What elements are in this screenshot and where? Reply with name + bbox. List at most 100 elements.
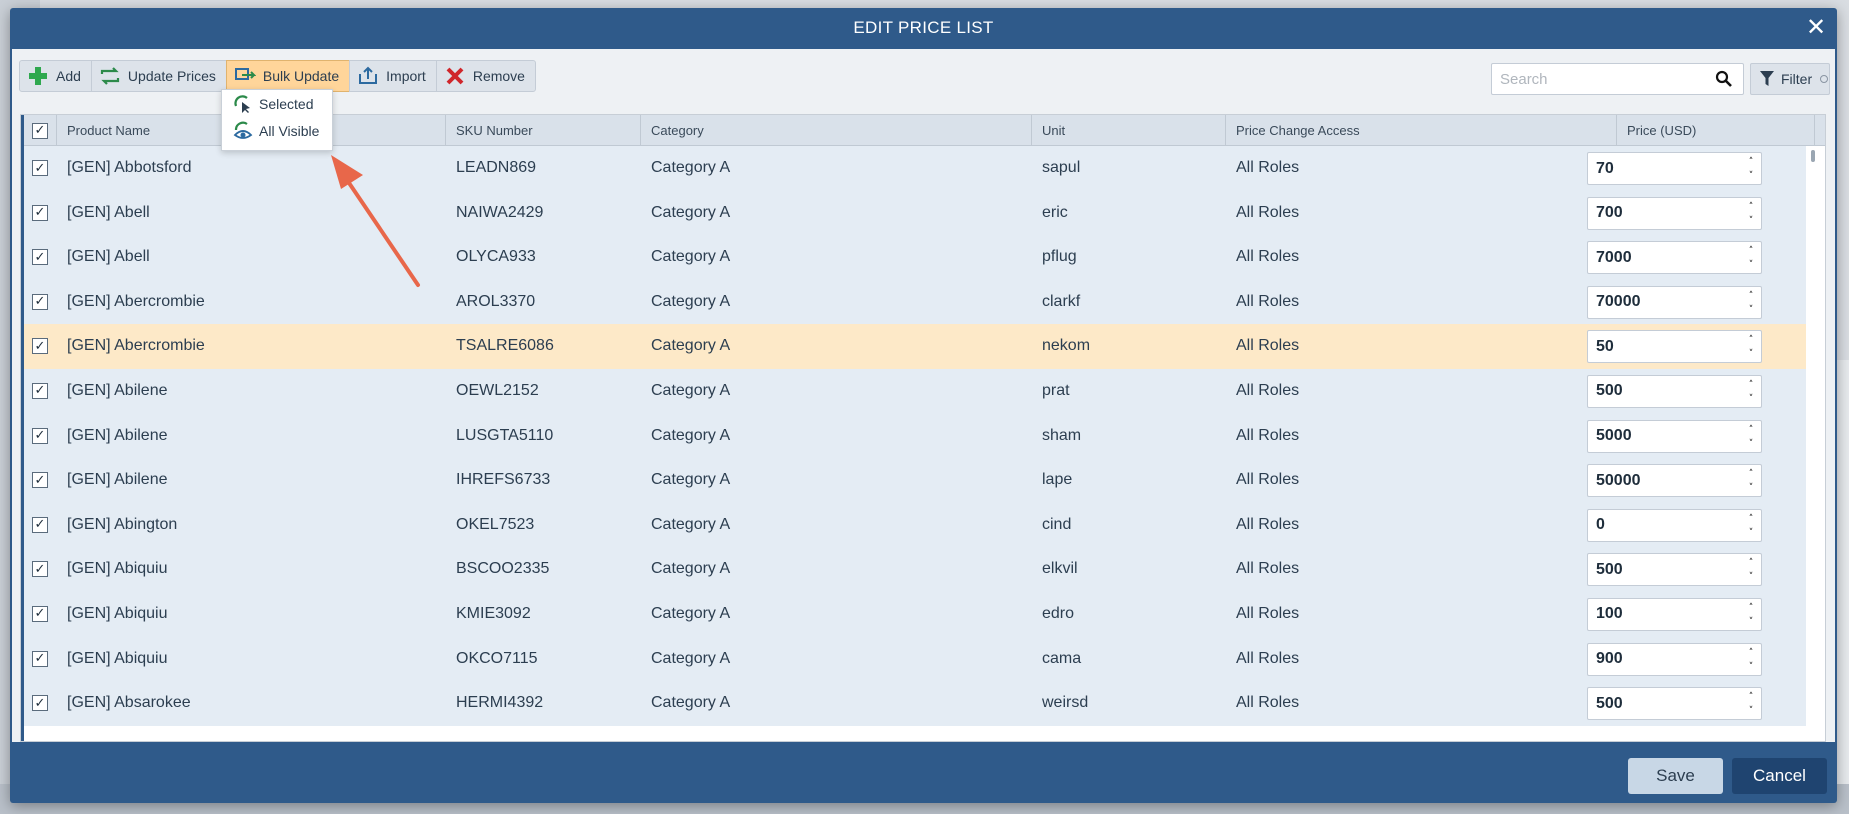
search-input[interactable]: [1492, 64, 1702, 94]
row-checkbox[interactable]: ✓: [32, 516, 48, 533]
stepper-up-icon[interactable]: ˄: [1749, 603, 1754, 613]
stepper-up-icon[interactable]: ˄: [1749, 380, 1754, 390]
unit: cind: [1042, 515, 1072, 533]
stepper-down-icon[interactable]: ˅: [1749, 617, 1754, 627]
stepper-down-icon[interactable]: ˅: [1749, 572, 1754, 582]
table-row[interactable]: ✓ [GEN] Abiquiu KMIE3092 Category A edro…: [24, 591, 1806, 637]
price-input[interactable]: 5000 ˄ ˅: [1587, 419, 1762, 453]
table-row-highlighted[interactable]: ✓ [GEN] Abercrombie TSALRE6086 Category …: [24, 324, 1806, 369]
row-checkbox[interactable]: ✓: [32, 561, 48, 578]
price-input[interactable]: 70 ˄ ˅: [1587, 152, 1762, 185]
vertical-scrollbar[interactable]: [1809, 148, 1817, 738]
row-checkbox[interactable]: ✓: [32, 472, 48, 489]
price-input[interactable]: 900 ˄ ˅: [1587, 642, 1762, 676]
row-checkbox[interactable]: ✓: [32, 650, 48, 667]
stepper-down-icon[interactable]: ˅: [1749, 349, 1754, 359]
row-checkbox[interactable]: ✓: [32, 293, 48, 310]
stepper-down-icon[interactable]: ˅: [1749, 483, 1754, 493]
price-input[interactable]: 50000 ˄ ˅: [1587, 464, 1762, 498]
stepper-down-icon[interactable]: ˅: [1749, 439, 1754, 449]
table-row[interactable]: ✓ [GEN] Abell OLYCA933 Category A pflug …: [24, 235, 1806, 280]
row-checkbox[interactable]: ✓: [32, 605, 48, 622]
table-row[interactable]: ✓ [GEN] Abbotsford LEADN869 Category A s…: [24, 146, 1806, 191]
price-input[interactable]: 500 ˄ ˅: [1587, 687, 1762, 721]
bulk-update-button[interactable]: Bulk Update: [225, 60, 351, 92]
row-checkbox[interactable]: ✓: [32, 249, 48, 266]
column-header-price[interactable]: Price (USD): [1617, 115, 1815, 146]
price-input[interactable]: 50 ˄ ˅: [1587, 330, 1762, 364]
price-stepper[interactable]: ˄ ˅: [1746, 558, 1756, 582]
stepper-up-icon[interactable]: ˄: [1749, 469, 1754, 479]
table-row[interactable]: ✓ [GEN] Absarokee HERMI4392 Category A w…: [24, 681, 1806, 726]
stepper-up-icon[interactable]: ˄: [1749, 558, 1754, 568]
stepper-up-icon[interactable]: ˄: [1749, 246, 1754, 256]
stepper-up-icon[interactable]: ˄: [1749, 291, 1754, 301]
update-prices-button[interactable]: Update Prices: [90, 60, 227, 92]
price-stepper[interactable]: ˄ ˅: [1746, 246, 1756, 270]
row-checkbox[interactable]: ✓: [32, 382, 48, 399]
stepper-up-icon[interactable]: ˄: [1749, 648, 1754, 658]
column-header-unit[interactable]: Unit: [1032, 115, 1226, 146]
cancel-button[interactable]: Cancel: [1732, 758, 1827, 794]
price-input[interactable]: 100 ˄ ˅: [1587, 597, 1762, 631]
search-icon[interactable]: [1715, 70, 1733, 88]
stepper-down-icon[interactable]: ˅: [1749, 394, 1754, 404]
stepper-down-icon[interactable]: ˅: [1749, 171, 1754, 181]
stepper-up-icon[interactable]: ˄: [1749, 157, 1754, 167]
table-row[interactable]: ✓ [GEN] Abell NAIWA2429 Category A eric …: [24, 190, 1806, 236]
table-row[interactable]: ✓ [GEN] Abiquiu OKCO7115 Category A cama…: [24, 636, 1806, 682]
filter-button[interactable]: Filter: [1750, 63, 1830, 95]
price-stepper[interactable]: ˄ ˅: [1746, 692, 1756, 716]
stepper-down-icon[interactable]: ˅: [1749, 706, 1754, 716]
price-stepper[interactable]: ˄ ˅: [1746, 469, 1756, 493]
price-stepper[interactable]: ˄ ˅: [1746, 648, 1756, 672]
table-row[interactable]: ✓ [GEN] Abilene IHREFS6733 Category A la…: [24, 458, 1806, 503]
menu-item-all-visible[interactable]: All Visible: [222, 117, 332, 144]
column-header-sku[interactable]: SKU Number: [446, 115, 641, 146]
stepper-down-icon[interactable]: ˅: [1749, 662, 1754, 672]
stepper-down-icon[interactable]: ˅: [1749, 528, 1754, 538]
stepper-down-icon[interactable]: ˅: [1749, 260, 1754, 270]
row-checkbox[interactable]: ✓: [32, 427, 48, 444]
price-stepper[interactable]: ˄ ˅: [1746, 425, 1756, 449]
price-stepper[interactable]: ˄ ˅: [1746, 380, 1756, 404]
price-stepper[interactable]: ˄ ˅: [1746, 291, 1756, 315]
stepper-up-icon[interactable]: ˄: [1749, 425, 1754, 435]
price-stepper[interactable]: ˄ ˅: [1746, 202, 1756, 226]
price-input[interactable]: 0 ˄ ˅: [1587, 508, 1762, 542]
price-input[interactable]: 7000 ˄ ˅: [1587, 241, 1762, 275]
price-input[interactable]: 500 ˄ ˅: [1587, 553, 1762, 587]
price-input[interactable]: 70000 ˄ ˅: [1587, 285, 1762, 319]
row-checkbox[interactable]: ✓: [32, 204, 48, 221]
price-input[interactable]: 500 ˄ ˅: [1587, 374, 1762, 408]
price-stepper[interactable]: ˄ ˅: [1746, 157, 1756, 181]
row-checkbox[interactable]: ✓: [32, 338, 48, 355]
remove-button[interactable]: Remove: [435, 60, 536, 92]
table-row[interactable]: ✓ [GEN] Abiquiu BSCOO2335 Category A elk…: [24, 547, 1806, 592]
table-row[interactable]: ✓ [GEN] Abington OKEL7523 Category A cin…: [24, 502, 1806, 548]
price-stepper[interactable]: ˄ ˅: [1746, 603, 1756, 627]
stepper-down-icon[interactable]: ˅: [1749, 216, 1754, 226]
select-all-checkbox[interactable]: ✓: [32, 122, 48, 139]
row-checkbox[interactable]: ✓: [32, 160, 48, 176]
table-row[interactable]: ✓ [GEN] Abercrombie AROL3370 Category A …: [24, 279, 1806, 325]
stepper-up-icon[interactable]: ˄: [1749, 202, 1754, 212]
row-checkbox[interactable]: ✓: [32, 695, 48, 712]
add-button[interactable]: Add: [19, 60, 92, 92]
column-header-price-change-access[interactable]: Price Change Access: [1226, 115, 1617, 146]
scrollbar-thumb[interactable]: [1811, 150, 1815, 162]
column-header-category[interactable]: Category: [641, 115, 1032, 146]
table-row[interactable]: ✓ [GEN] Abilene LUSGTA5110 Category A sh…: [24, 413, 1806, 459]
import-button[interactable]: Import: [349, 60, 437, 92]
stepper-up-icon[interactable]: ˄: [1749, 335, 1754, 345]
table-row[interactable]: ✓ [GEN] Abilene OEWL2152 Category A prat…: [24, 368, 1806, 414]
stepper-down-icon[interactable]: ˅: [1749, 305, 1754, 315]
close-icon[interactable]: ✕: [1803, 15, 1829, 41]
price-stepper[interactable]: ˄ ˅: [1746, 514, 1756, 538]
save-button[interactable]: Save: [1628, 758, 1723, 794]
menu-item-selected[interactable]: Selected: [222, 90, 332, 117]
stepper-up-icon[interactable]: ˄: [1749, 514, 1754, 524]
stepper-up-icon[interactable]: ˄: [1749, 692, 1754, 702]
price-input[interactable]: 700 ˄ ˅: [1587, 196, 1762, 230]
price-stepper[interactable]: ˄ ˅: [1746, 335, 1756, 359]
